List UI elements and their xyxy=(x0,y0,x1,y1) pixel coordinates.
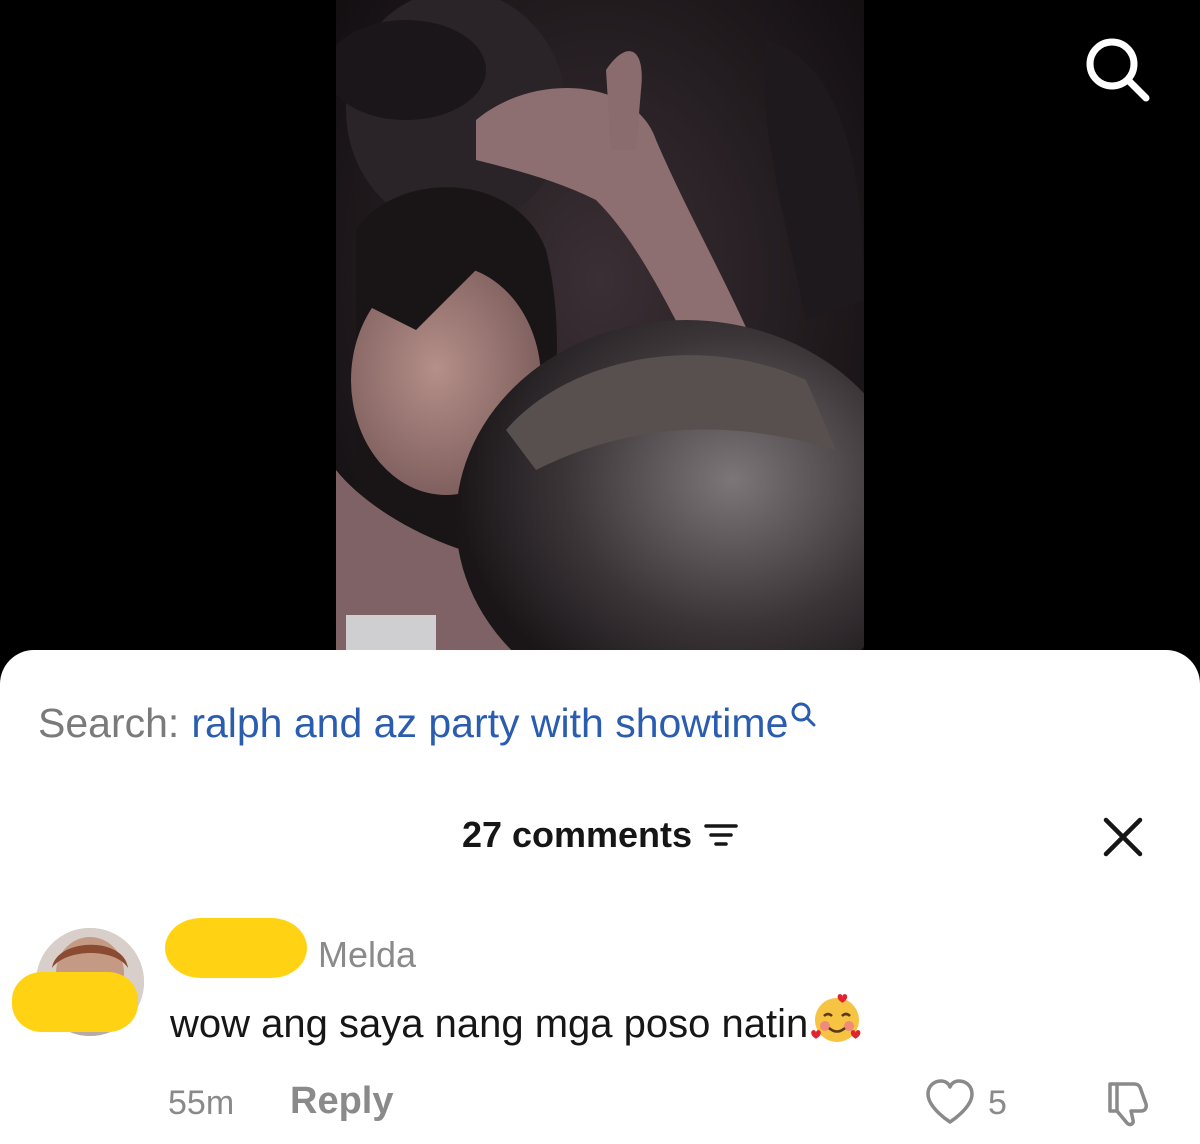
smiling-hearts-emoji xyxy=(810,992,864,1056)
video-player[interactable] xyxy=(0,0,1200,700)
sort-filter-icon[interactable] xyxy=(704,820,738,850)
comments-header: 27 comments xyxy=(0,810,1200,860)
smiling-face-with-hearts-icon xyxy=(811,994,861,1042)
search-suggestion-link[interactable]: Search: ralph and az party with showtime xyxy=(38,698,816,748)
reply-button[interactable]: Reply xyxy=(290,1080,393,1123)
thumbs-down-icon xyxy=(1108,1082,1148,1127)
close-button[interactable] xyxy=(1098,812,1148,862)
comments-count: 27 comments xyxy=(461,814,693,855)
search-button[interactable] xyxy=(1082,34,1152,104)
like-count: 5 xyxy=(988,1084,1007,1122)
heart-icon xyxy=(926,1079,974,1124)
search-prefix-label: Search: xyxy=(38,699,180,746)
dislike-button[interactable] xyxy=(1104,1078,1154,1133)
redaction-mark xyxy=(12,972,138,1032)
comment-body: wow ang saya nang mga poso natin xyxy=(170,1001,809,1046)
video-frame[interactable] xyxy=(336,0,864,700)
comment-timestamp: 55m xyxy=(168,1084,235,1122)
search-query-text[interactable]: ralph and az party with showtime xyxy=(191,700,788,747)
like-button[interactable] xyxy=(924,1078,976,1131)
comment-text: wow ang saya nang mga poso natin xyxy=(170,992,864,1056)
video-still xyxy=(336,0,864,700)
search-icon xyxy=(791,702,816,727)
search-icon xyxy=(1086,38,1150,102)
close-icon xyxy=(1103,817,1143,857)
comment-item: Melda wow ang saya nang mga poso natin 5… xyxy=(0,918,1200,1144)
comments-sheet: Search: ralph and az party with showtime… xyxy=(0,650,1200,1144)
redaction-mark xyxy=(165,918,307,978)
comment-username[interactable]: Melda xyxy=(318,934,416,976)
